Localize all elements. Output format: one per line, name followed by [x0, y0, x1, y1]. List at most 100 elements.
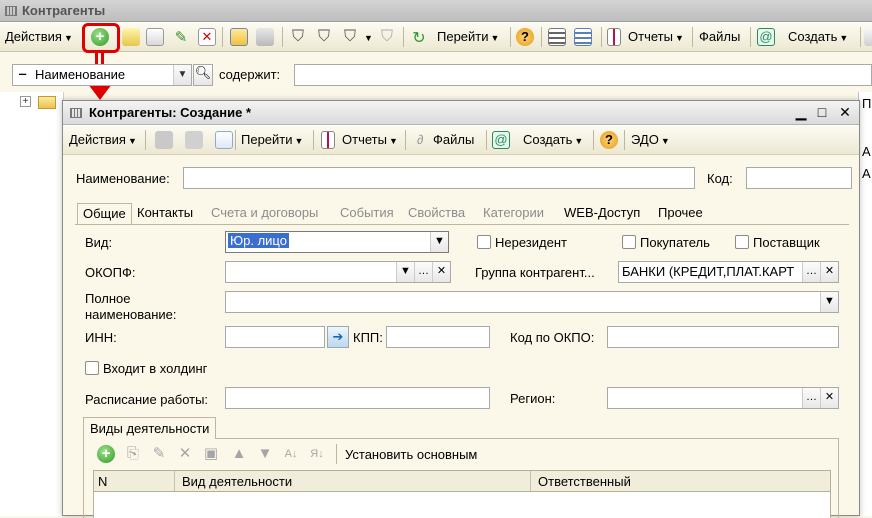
edit-icon[interactable]: ✎ — [172, 28, 190, 46]
minimize-icon[interactable]: ▁ — [793, 104, 809, 120]
reports-menu[interactable]: Отчеты ▼ — [342, 132, 398, 147]
name-input[interactable] — [183, 167, 695, 189]
column-header-activity[interactable]: Вид деятельности — [182, 474, 292, 489]
add-folder-icon[interactable] — [122, 28, 140, 46]
search-icon[interactable]: 🔍︎ — [193, 64, 213, 86]
tree-panel: + — [0, 92, 64, 516]
kpp-input[interactable] — [386, 326, 490, 348]
paperclip-icon: ∂ — [417, 132, 424, 147]
maximize-icon[interactable]: □ — [814, 104, 830, 120]
copy-icon[interactable]: ⎘ — [125, 446, 141, 462]
tab-general[interactable]: Общие — [77, 203, 132, 224]
edit-icon[interactable]: ✎ — [151, 446, 167, 462]
clear-icon[interactable]: ✕ — [820, 262, 838, 282]
refresh-icon[interactable]: ↻ — [410, 28, 428, 47]
create-menu[interactable]: Создать ▼ — [788, 29, 848, 44]
list-view-icon[interactable] — [574, 28, 592, 46]
actions-menu[interactable]: Действия ▼ — [69, 132, 137, 147]
okpo-input[interactable] — [607, 326, 839, 348]
fullname-input[interactable]: ▼ — [225, 291, 839, 313]
tab-properties[interactable]: Свойства — [408, 205, 465, 220]
goto-menu[interactable]: Перейти ▼ — [241, 132, 303, 147]
files-button[interactable]: Файлы — [433, 132, 474, 147]
chevron-down-icon[interactable]: ▼ — [396, 262, 414, 282]
schedule-input[interactable] — [225, 387, 490, 409]
supplier-checkbox[interactable] — [735, 235, 749, 249]
holding-label: Входит в холдинг — [103, 361, 208, 376]
more-icon[interactable] — [864, 28, 872, 46]
code-input[interactable] — [746, 167, 852, 189]
move-up-icon[interactable]: ▲ — [231, 446, 247, 462]
tab-accounts-contracts[interactable]: Счета и договоры — [211, 205, 318, 220]
create-based-icon: @ — [757, 28, 775, 46]
ellipsis-icon[interactable]: … — [802, 388, 820, 408]
copy-icon[interactable] — [215, 131, 233, 149]
filter-field-select[interactable]: ‒ Наименование ▼ — [12, 64, 192, 86]
folder-icon[interactable] — [38, 96, 56, 109]
region-label: Регион: — [510, 391, 556, 406]
add-icon[interactable]: + — [97, 445, 115, 463]
inn-input[interactable] — [225, 326, 325, 348]
delete-icon[interactable]: ✕ — [198, 28, 216, 46]
column-header-responsible[interactable]: Ответственный — [538, 474, 631, 489]
back-window-titlebar: Контрагенты — [0, 0, 872, 22]
clear-icon[interactable]: ✕ — [820, 388, 838, 408]
edo-menu[interactable]: ЭДО ▼ — [631, 132, 670, 147]
create-menu[interactable]: Создать ▼ — [523, 132, 583, 147]
tab-bar: Общие Контакты Счета и договоры События … — [77, 203, 847, 225]
arrow-right-icon[interactable]: ➔ — [327, 326, 349, 348]
column-header-n[interactable]: N — [98, 474, 107, 489]
group-input[interactable]: БАНКИ (КРЕДИТ,ПЛАТ.КАРТ … ✕ — [618, 261, 839, 283]
tab-web-access[interactable]: WEB-Доступ — [564, 205, 640, 220]
okpo-label: Код по ОКПО: — [510, 330, 595, 345]
create-based-icon: @ — [492, 131, 510, 149]
set-main-button[interactable]: Установить основным — [345, 447, 477, 462]
type-select[interactable]: Юр. лицо ▼ — [225, 231, 449, 253]
tab-categories[interactable]: Категории — [483, 205, 544, 220]
delete-icon[interactable]: ✕ — [177, 446, 193, 462]
chevron-down-icon[interactable]: ▼ — [820, 292, 838, 312]
okopf-label: ОКОПФ: — [85, 265, 136, 280]
filter-history-icon[interactable]: ⛉ — [341, 28, 359, 46]
activities-group-title[interactable]: Виды деятельности — [83, 417, 217, 439]
region-input[interactable]: … ✕ — [607, 387, 839, 409]
help-icon[interactable]: ? — [516, 28, 534, 46]
type-label: Вид: — [85, 235, 113, 250]
save-close-icon[interactable] — [155, 131, 173, 149]
help-icon[interactable]: ? — [600, 131, 618, 149]
ellipsis-icon[interactable]: … — [414, 262, 432, 282]
clear-filter-icon[interactable]: ⛉ — [378, 28, 396, 46]
activities-grid-body[interactable] — [93, 492, 831, 518]
copy-icon[interactable] — [146, 28, 164, 46]
chevron-down-icon[interactable]: ▼ — [430, 232, 448, 252]
files-button[interactable]: Файлы — [699, 29, 740, 44]
buyer-checkbox[interactable] — [622, 235, 636, 249]
buyer-label: Покупатель — [640, 235, 710, 250]
hierarchy-icon[interactable] — [230, 28, 248, 46]
clear-icon[interactable]: ✕ — [432, 262, 450, 282]
ellipsis-icon[interactable]: … — [802, 262, 820, 282]
actions-menu[interactable]: Действия ▼ — [5, 29, 73, 44]
tab-events[interactable]: События — [340, 205, 394, 220]
move-down-icon[interactable]: ▼ — [257, 446, 273, 462]
sort-desc-icon[interactable]: Я↓ — [309, 446, 325, 462]
filter-value-icon[interactable]: ⛉ — [315, 28, 333, 46]
nonresident-checkbox[interactable] — [477, 235, 491, 249]
okopf-input[interactable]: ▼ … ✕ — [225, 261, 451, 283]
filter-value-input[interactable] — [294, 64, 872, 86]
tree-expand-icon[interactable]: + — [20, 96, 31, 107]
sort-asc-icon[interactable]: A↓ — [283, 446, 299, 462]
reports-menu[interactable]: Отчеты ▼ — [628, 29, 684, 44]
group-label: Группа контрагент... — [475, 265, 595, 280]
filter-icon[interactable]: ⛉ — [289, 28, 307, 46]
end-edit-icon[interactable]: ▣ — [203, 446, 219, 462]
goto-menu[interactable]: Перейти ▼ — [437, 29, 499, 44]
holding-checkbox[interactable] — [85, 361, 99, 375]
list-settings-icon[interactable] — [548, 28, 566, 46]
save-icon[interactable] — [185, 131, 203, 149]
chevron-down-icon[interactable]: ▼ — [173, 65, 191, 85]
tab-other[interactable]: Прочее — [658, 205, 703, 220]
folder-up-icon[interactable] — [256, 28, 274, 46]
close-icon[interactable]: ✕ — [837, 104, 853, 120]
tab-contacts[interactable]: Контакты — [137, 205, 193, 220]
